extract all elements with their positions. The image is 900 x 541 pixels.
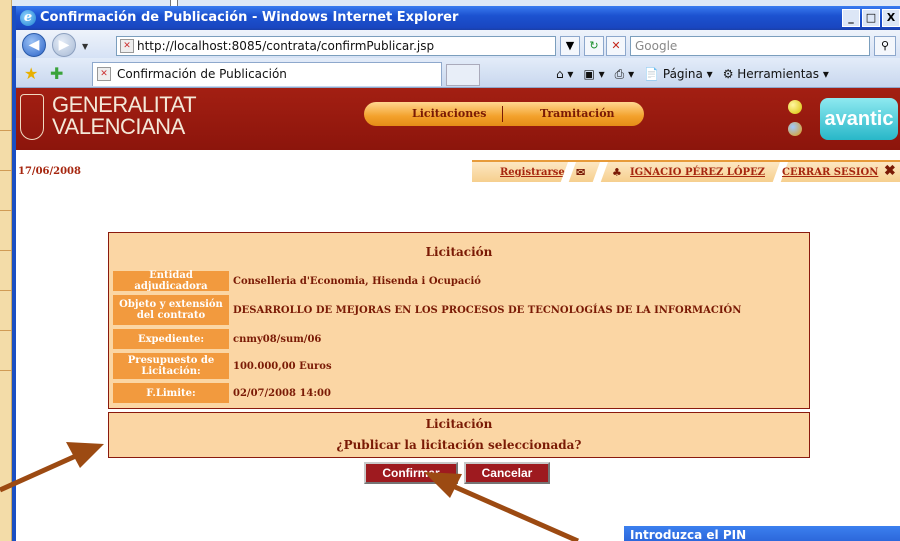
minimize-button[interactable]: _ <box>842 9 860 27</box>
home-icon[interactable]: ⌂ ▾ <box>556 64 573 84</box>
crest-icon <box>20 94 44 140</box>
menu-item-licitaciones[interactable]: Licitaciones <box>412 107 486 120</box>
confirm-panel: Licitación ¿Publicar la licitación selec… <box>108 412 810 458</box>
forward-button[interactable]: ▶ <box>52 33 76 57</box>
logo-line-1: GENERALITAT <box>52 92 197 117</box>
logo-line-2: VALENCIANA <box>52 114 185 139</box>
row-value: DESARROLLO DE MEJORAS EN LOS PROCESOS DE… <box>233 304 742 316</box>
page-content: GENERALITAT VALENCIANA Licitaciones Tram… <box>16 88 900 541</box>
cancel-button[interactable]: Cancelar <box>464 462 550 484</box>
url-text: http://localhost:8085/contrata/confirmPu… <box>137 39 435 53</box>
row-label: Entidad adjudicadora <box>113 270 229 292</box>
tab-bar: ★ ✚ ✕ Confirmación de Publicación ⌂ ▾ ▣ … <box>16 58 900 88</box>
maximize-button[interactable]: □ <box>862 9 880 27</box>
ie-logo-icon: e <box>20 10 36 26</box>
row-label: Expediente: <box>113 329 229 349</box>
current-date: 17/06/2008 <box>18 166 81 177</box>
page-menu[interactable]: 📄 Página ▾ <box>644 64 713 84</box>
licitacion-panel: Licitación Entidad adjudicadora Conselle… <box>108 232 810 409</box>
strip-line <box>0 290 12 291</box>
page-menu-label: Página <box>662 67 703 81</box>
print-icon[interactable]: ⎙ ▾ <box>615 64 634 84</box>
page-icon: ✕ <box>120 39 134 53</box>
detail-row: Presupuesto de Licitación: 100.000,00 Eu… <box>113 353 807 379</box>
strip-line <box>0 330 12 331</box>
site-banner: GENERALITAT VALENCIANA Licitaciones Tram… <box>16 88 900 150</box>
desktop-left-strip <box>0 0 12 541</box>
tab-title: Confirmación de Publicación <box>117 67 287 81</box>
window-titlebar: e Confirmación de Publicación - Windows … <box>16 6 900 30</box>
new-tab-button[interactable] <box>446 64 480 86</box>
detail-row: Objeto y extensión del contrato DESARROL… <box>113 295 807 325</box>
detail-row: Expediente: cnmy08/sum/06 <box>113 329 807 349</box>
main-menu: Licitaciones Tramitación <box>364 102 644 126</box>
user-name-link[interactable]: IGNACIO PÉREZ LÓPEZ <box>630 167 765 178</box>
stop-button[interactable]: ✕ <box>606 36 626 56</box>
confirm-question: ¿Publicar la licitación seleccionada? <box>336 438 582 452</box>
detail-row: F.Limite: 02/07/2008 14:00 <box>113 383 807 403</box>
url-dropdown-button[interactable]: ▼ <box>560 36 580 56</box>
strip-line <box>0 210 12 211</box>
licitacion-title: Licitación <box>425 245 493 259</box>
date-bar: 17/06/2008 Registrarse ✉ ♣ IGNACIO PÉREZ… <box>16 160 900 184</box>
history-dropdown-icon[interactable]: ▼ <box>82 42 88 51</box>
menu-separator <box>502 106 503 122</box>
pin-dialog[interactable]: Introduzca el PIN <box>624 526 900 541</box>
row-value: 100.000,00 Euros <box>233 360 332 372</box>
row-value: 02/07/2008 14:00 <box>233 387 331 399</box>
strip-line <box>0 370 12 371</box>
address-bar: ◀ ▶ ▼ ✕ http://localhost:8085/contrata/c… <box>16 30 900 58</box>
menu-item-tramitacion[interactable]: Tramitación <box>540 107 615 120</box>
mail-icon[interactable]: ✉ <box>576 166 585 179</box>
strip-line <box>0 170 12 171</box>
avantic-logo: avantic <box>820 98 898 140</box>
tools-menu[interactable]: ⚙ Herramientas ▾ <box>723 64 829 84</box>
row-label: Objeto y extensión del contrato <box>113 295 229 325</box>
row-label: F.Limite: <box>113 383 229 403</box>
browser-window: e Confirmación de Publicación - Windows … <box>12 6 900 541</box>
window-controls: _ □ X <box>842 9 900 27</box>
tools-menu-label: Herramientas <box>737 67 820 81</box>
browser-tab[interactable]: ✕ Confirmación de Publicación <box>92 62 442 86</box>
refresh-button[interactable]: ↻ <box>584 36 604 56</box>
search-button[interactable]: ⚲ <box>874 36 896 56</box>
users-icon[interactable]: ♣ <box>612 166 622 179</box>
register-link[interactable]: Registrarse <box>500 167 565 178</box>
confirm-panel-title: Licitación <box>425 417 493 431</box>
add-favorite-icon[interactable]: ✚ <box>50 64 63 83</box>
window-title: Confirmación de Publicación - Windows In… <box>40 10 459 25</box>
strip-line <box>0 250 12 251</box>
pin-dialog-title: Introduzca el PIN <box>624 526 900 541</box>
feeds-icon[interactable]: ▣ ▾ <box>583 64 604 84</box>
row-label: Presupuesto de Licitación: <box>113 353 229 379</box>
detail-row: Entidad adjudicadora Conselleria d'Econo… <box>113 270 807 292</box>
back-button[interactable]: ◀ <box>22 33 46 57</box>
row-value: Conselleria d'Economia, Hisenda i Ocupac… <box>233 275 481 287</box>
close-button[interactable]: X <box>882 9 900 27</box>
confirm-button[interactable]: Confirmar <box>364 462 458 484</box>
tab-page-icon: ✕ <box>97 67 111 81</box>
row-value: cnmy08/sum/06 <box>233 333 322 345</box>
command-bar: ⌂ ▾ ▣ ▾ ⎙ ▾ 📄 Página ▾ ⚙ Herramientas ▾ <box>556 64 829 84</box>
strip-line <box>0 130 12 131</box>
blue-ball-icon <box>788 122 802 136</box>
search-input[interactable]: Google <box>630 36 870 56</box>
yellow-ball-icon <box>788 100 802 114</box>
user-bar: Registrarse ✉ ♣ IGNACIO PÉREZ LÓPEZ CERR… <box>472 160 900 184</box>
logo-text: GENERALITAT VALENCIANA <box>52 92 197 139</box>
url-input[interactable]: ✕ http://localhost:8085/contrata/confirm… <box>116 36 556 56</box>
logout-link[interactable]: CERRAR SESION <box>782 167 878 178</box>
logout-icon[interactable]: ✖ <box>884 163 896 179</box>
userbar-divider <box>591 162 609 184</box>
favorites-star-icon[interactable]: ★ <box>24 64 38 83</box>
